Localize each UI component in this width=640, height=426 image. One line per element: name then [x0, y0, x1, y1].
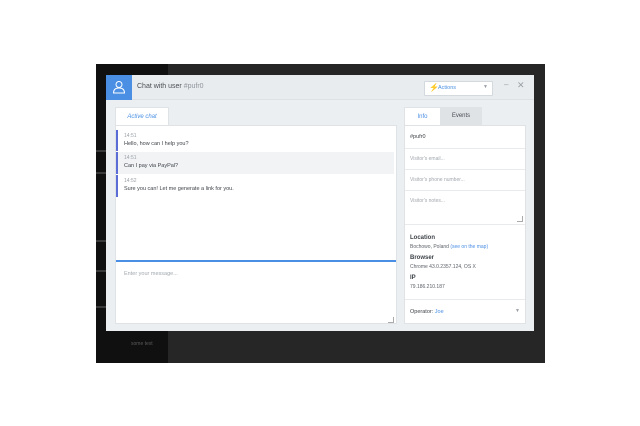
- message-item: 14:52 Sure you can! Let me generate a li…: [116, 175, 394, 197]
- background-footer-text: some text: [131, 341, 153, 347]
- message-item: 14:51 Can I pay via PayPal?: [116, 152, 394, 174]
- tab-info[interactable]: Info: [404, 107, 441, 126]
- browser-value: Chrome 43.0.2357.124, OS X: [410, 264, 476, 270]
- message-input-placeholder: Enter your message...: [124, 271, 178, 277]
- background-nav-item: [96, 240, 106, 242]
- message-input[interactable]: Enter your message...: [116, 260, 396, 325]
- chat-panel: 14:51 Hello, how can I help you? 14:51 C…: [115, 125, 397, 324]
- operator-name: Joe: [434, 309, 444, 315]
- browser-label: Browser: [410, 255, 435, 261]
- resize-handle[interactable]: [388, 317, 394, 323]
- notes-placeholder: Visitor's notes...: [410, 198, 446, 204]
- resize-handle[interactable]: [517, 216, 523, 222]
- visitor-id: #pufr0: [410, 134, 426, 140]
- phone-placeholder: Visitor's phone number...: [410, 177, 465, 183]
- email-placeholder: Visitor's email...: [410, 156, 445, 162]
- user-icon: [112, 81, 126, 94]
- tab-active-chat-label: Active chat: [127, 114, 157, 120]
- minimize-icon[interactable]: –: [504, 80, 508, 89]
- message-time: 14:51: [124, 155, 137, 161]
- background-nav-item: [96, 270, 106, 272]
- user-avatar: [106, 75, 132, 100]
- map-link[interactable]: (see on the map): [450, 244, 488, 250]
- info-panel: #pufr0 Visitor's email... Visitor's phon…: [404, 125, 526, 324]
- operator-label-text: Operator:: [410, 309, 434, 315]
- chevron-down-icon: ▼: [515, 308, 520, 314]
- close-icon[interactable]: ✕: [517, 80, 525, 91]
- phone-field[interactable]: Visitor's phone number...: [405, 169, 525, 190]
- message-text: Sure you can! Let me generate a link for…: [124, 186, 234, 192]
- notes-field[interactable]: Visitor's notes...: [405, 190, 525, 225]
- actions-dropdown[interactable]: ⚡ Actions ▼: [424, 81, 493, 96]
- location-value: Bochowo, Poland (see on the map): [410, 244, 522, 250]
- ip-value: 79.186.210.187: [410, 284, 445, 290]
- email-field[interactable]: Visitor's email...: [405, 148, 525, 169]
- message-text: Hello, how can I help you?: [124, 141, 189, 147]
- title-bar: Chat with user #pufr0 ⚡ Actions ▼ – ✕: [106, 75, 534, 100]
- message-text: Can I pay via PayPal?: [124, 163, 179, 169]
- tab-events[interactable]: Events: [440, 107, 482, 125]
- chat-window: Chat with user #pufr0 ⚡ Actions ▼ – ✕ Ac…: [106, 75, 534, 331]
- visitor-details: Location Bochowo, Poland (see on the map…: [410, 230, 522, 290]
- actions-label: Actions: [438, 85, 457, 91]
- background-nav-item: [96, 306, 106, 308]
- location-text: Bochowo, Poland: [410, 244, 449, 250]
- window-title: Chat with user #pufr0: [137, 83, 204, 90]
- operator-label: Operator: Joe: [410, 309, 444, 315]
- background-nav-item: [96, 150, 106, 152]
- operator-selector[interactable]: Operator: Joe ▼: [405, 299, 525, 324]
- tab-info-label: Info: [417, 114, 428, 120]
- tab-active-chat[interactable]: Active chat: [115, 107, 169, 126]
- tab-events-label: Events: [451, 113, 471, 119]
- chevron-down-icon: ▼: [483, 84, 488, 90]
- window-title-text: Chat with user: [137, 83, 182, 90]
- ip-label: IP: [410, 275, 416, 281]
- message-time: 14:51: [124, 133, 137, 139]
- message-list: 14:51 Hello, how can I help you? 14:51 C…: [116, 126, 396, 261]
- window-user-id: #pufr0: [183, 83, 204, 90]
- background-nav-item: [96, 172, 106, 174]
- location-label: Location: [410, 235, 435, 241]
- message-item: 14:51 Hello, how can I help you?: [116, 130, 394, 151]
- message-time: 14:52: [124, 178, 137, 184]
